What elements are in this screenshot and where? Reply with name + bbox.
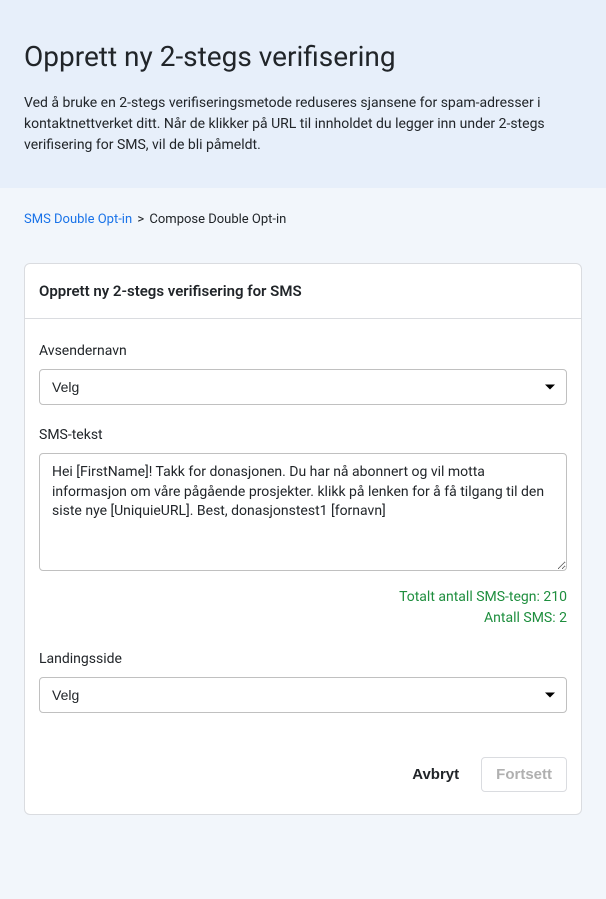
page-title: Opprett ny 2-stegs verifisering <box>24 40 582 73</box>
sms-text-group: SMS-tekst Hei [FirstName]! Takk for dona… <box>39 427 567 629</box>
content-area: SMS Double Opt-in > Compose Double Opt-i… <box>0 188 606 839</box>
form-card: Opprett ny 2-stegs verifisering for SMS … <box>24 263 582 815</box>
landing-page-select[interactable]: Velg <box>39 677 567 713</box>
sms-text-input[interactable]: Hei [FirstName]! Takk for donasjonen. Du… <box>39 453 567 571</box>
sms-text-label: SMS-tekst <box>39 427 567 443</box>
breadcrumb-current: Compose Double Opt-in <box>149 212 286 227</box>
sms-total-chars: Totalt antall SMS-tegn: 210 <box>39 587 567 608</box>
page-description: Ved å bruke en 2-stegs verifiseringsmeto… <box>24 93 554 156</box>
card-body: Avsendernavn Velg SMS-tekst Hei [FirstNa… <box>25 319 581 729</box>
sms-total-chars-value: 210 <box>543 589 567 605</box>
card-title: Opprett ny 2-stegs verifisering for SMS <box>39 282 567 300</box>
sms-total-chars-label: Totalt antall SMS-tegn: <box>399 589 540 605</box>
sender-name-select[interactable]: Velg <box>39 369 567 405</box>
card-header: Opprett ny 2-stegs verifisering for SMS <box>25 264 581 319</box>
landing-page-label: Landingsside <box>39 651 567 667</box>
sms-count-value: 2 <box>559 610 567 626</box>
sender-name-label: Avsendernavn <box>39 343 567 359</box>
sms-stats: Totalt antall SMS-tegn: 210 Antall SMS: … <box>39 587 567 629</box>
cancel-button[interactable]: Avbryt <box>402 758 469 791</box>
landing-page-group: Landingsside Velg <box>39 651 567 713</box>
breadcrumb: SMS Double Opt-in > Compose Double Opt-i… <box>24 212 582 227</box>
continue-button[interactable]: Fortsett <box>481 757 567 792</box>
landing-page-select-wrapper: Velg <box>39 677 567 713</box>
breadcrumb-link-sms-double-optin[interactable]: SMS Double Opt-in <box>24 212 132 227</box>
breadcrumb-separator: > <box>137 212 144 227</box>
card-footer: Avbryt Fortsett <box>25 729 581 814</box>
sender-name-select-wrapper: Velg <box>39 369 567 405</box>
sms-count-label: Antall SMS: <box>484 610 556 626</box>
sender-name-group: Avsendernavn Velg <box>39 343 567 405</box>
sms-count: Antall SMS: 2 <box>39 608 567 629</box>
page-header: Opprett ny 2-stegs verifisering Ved å br… <box>0 0 606 188</box>
